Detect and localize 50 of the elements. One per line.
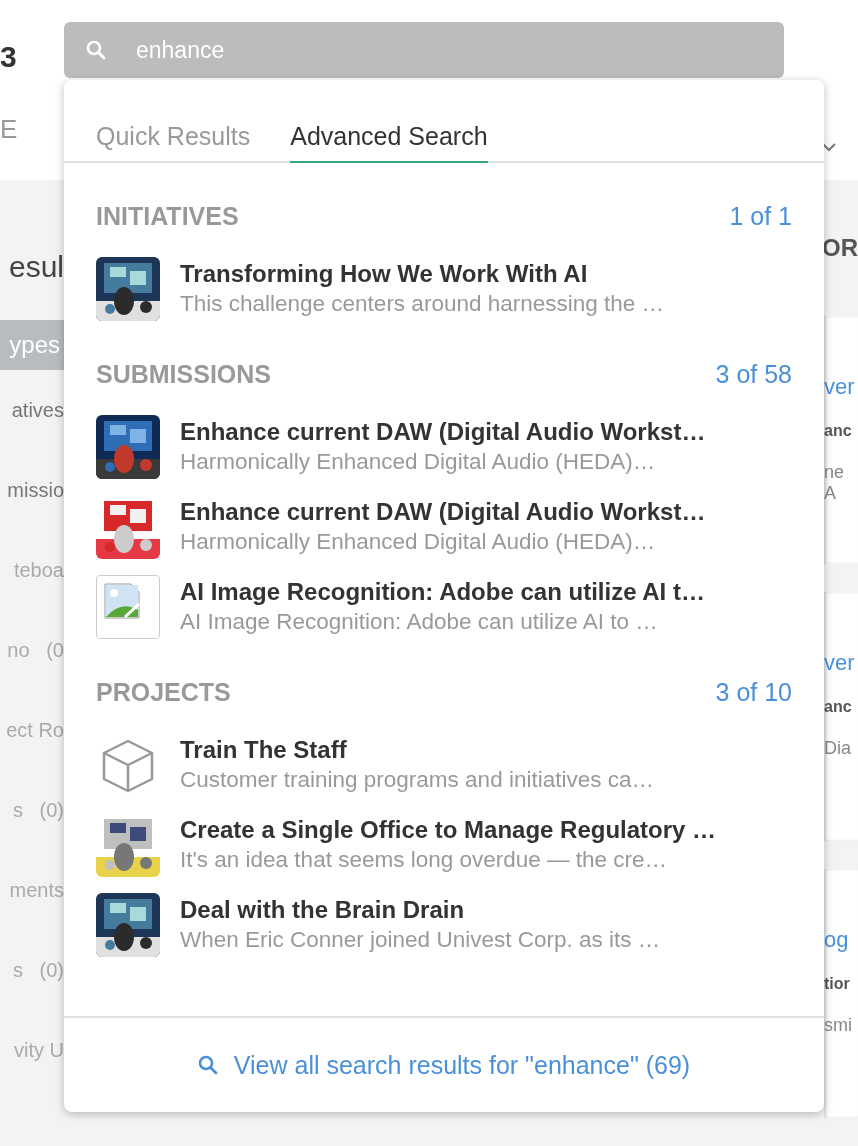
card-subtitle: anc [824,421,853,440]
card-title[interactable]: ver [824,373,858,400]
card-text: smi [824,1015,853,1037]
result-count-link[interactable]: 3 of 10 [715,677,792,707]
result-title[interactable]: Create a Single Office to Manage Regulatory … [180,815,717,845]
result-title[interactable]: Deal with the Brain Drain [180,895,661,925]
result-title[interactable]: Transforming How We Work With AI [180,259,665,289]
filter-item[interactable]: s (0) [12,770,64,850]
filter-item[interactable]: no (0 [7,610,64,690]
filter-item[interactable]: missio [7,450,64,530]
chevron-down-icon[interactable] [822,142,836,152]
page-title: 3 [0,40,18,74]
filter-item[interactable]: s (0) [12,930,64,1010]
search-icon [86,40,106,60]
card-subtitle: tior [824,975,851,994]
card-title[interactable]: ver [824,650,858,677]
card-subtitle: anc [824,698,853,717]
result-count-link[interactable]: 3 of 58 [715,359,792,389]
result-description: Customer training programs and initiatives ca… [180,766,654,794]
card-text: Dia [824,738,852,760]
result-count-link[interactable]: 1 of 1 [729,201,792,231]
result-title[interactable]: Train The Staff [180,735,654,765]
tab[interactable]: Quick Results [96,122,251,163]
search-field[interactable]: enhance [64,22,784,78]
search-icon [197,1055,218,1075]
section-heading: SUBMISSIONS [96,359,272,389]
tab[interactable]: Advanced Search [290,122,488,163]
filter-item[interactable]: atives [11,370,64,450]
section-heading: INITIATIVES [96,201,239,231]
result-description: AI Image Recognition: Adobe can utilize AI to … [180,608,659,636]
view-all-results-link[interactable]: View all search results for "enhance" (69) [191,1049,697,1081]
card-title[interactable]: og [824,927,858,954]
result-title[interactable]: Enhance current DAW (Digital Audio Workst… [180,497,706,527]
result-description: Harmonically Enhanced Digital Audio (HEDA)… [180,528,657,556]
result-description: Harmonically Enhanced Digital Audio (HEDA)… [180,448,657,476]
filter-item[interactable]: vity U [14,1010,64,1090]
section-heading: PROJECTS [96,677,231,707]
result-description: It's an idea that seems long overdue — the cre… [180,846,669,874]
card-text: ne A [824,461,846,504]
results-heading: esul [8,250,64,285]
filter-item[interactable]: ments [9,850,64,930]
result-description: When Eric Conner joined Univest Corp. as its … [180,926,661,954]
broken-image-icon [96,575,160,639]
filter-item[interactable]: teboa [13,530,64,610]
result-description: This challenge centers around harnessing the … [180,290,665,318]
filter-item[interactable]: ypes [0,320,64,370]
filter-item[interactable]: ect Ro [6,690,64,770]
result-title[interactable]: Enhance current DAW (Digital Audio Workst… [180,417,706,447]
result-title[interactable]: AI Image Recognition: Adobe can utilize AI t… [180,577,705,607]
nav-tab[interactable]: E [0,114,30,145]
